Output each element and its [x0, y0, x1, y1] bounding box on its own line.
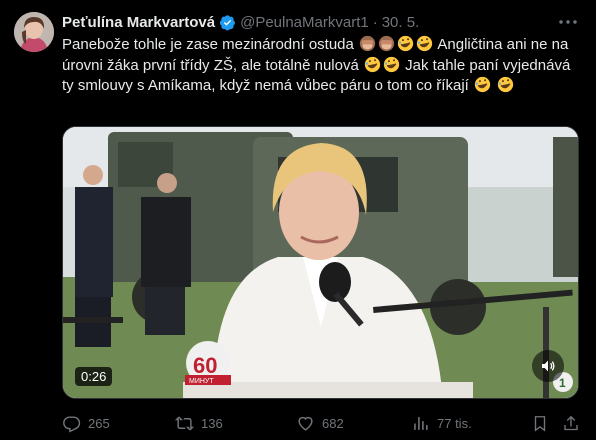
- views-icon: [414, 416, 428, 430]
- share-icon: [564, 415, 578, 430]
- bookmark-icon: [534, 415, 546, 432]
- svg-text:1: 1: [559, 376, 566, 390]
- like-icon: [298, 416, 313, 431]
- rofl-emoji: [397, 35, 414, 52]
- rofl-emoji: [416, 35, 433, 52]
- share-button[interactable]: [562, 412, 587, 434]
- monkey-emoji: [359, 35, 376, 52]
- tweet[interactable]: Peťulína Markvartová @PeulnaMarkvart1 · …: [0, 0, 596, 440]
- avatar[interactable]: [14, 12, 54, 52]
- reply-icon: [63, 415, 81, 433]
- tweet-text-part: Panebože tohle je zase mezinárodní ostud…: [62, 36, 354, 53]
- video-frame: 60 МИНУТ 1: [63, 127, 578, 398]
- tweet-text: Panebože tohle je zase mezinárodní ostud…: [62, 35, 582, 97]
- separator-dot: ·: [372, 13, 378, 31]
- monkey-emoji: [378, 35, 395, 52]
- rofl-emoji: [497, 76, 514, 93]
- more-icon[interactable]: [558, 12, 578, 32]
- reply-count: 265: [88, 415, 110, 431]
- sound-icon[interactable]: [532, 350, 564, 382]
- video-duration: 0:26: [75, 367, 113, 386]
- repost-button[interactable]: 136: [175, 412, 223, 434]
- like-count: 682: [322, 415, 344, 431]
- views-count: 77 tis.: [437, 415, 472, 431]
- rofl-emoji: [383, 56, 400, 73]
- author-name[interactable]: Peťulína Markvartová: [62, 14, 215, 31]
- like-button[interactable]: 682: [296, 412, 344, 434]
- action-bar: 265 136 682 77 tis.: [62, 412, 582, 434]
- tv-logo-sub: МИНУТ: [189, 378, 214, 385]
- verified-badge-icon: [219, 14, 236, 31]
- reply-button[interactable]: 265: [62, 412, 110, 434]
- repost-icon: [175, 416, 194, 430]
- repost-count: 136: [201, 415, 223, 431]
- author-handle[interactable]: @PeulnaMarkvart1: [240, 14, 369, 31]
- video-player[interactable]: 60 МИНУТ 1 0:26: [62, 126, 579, 399]
- bookmark-button[interactable]: [531, 412, 556, 434]
- rofl-emoji: [364, 56, 381, 73]
- views-button[interactable]: 77 tis.: [411, 412, 472, 434]
- rofl-emoji: [474, 76, 491, 93]
- tweet-date[interactable]: 30. 5.: [382, 14, 420, 31]
- tv-logo-number: 60: [193, 353, 217, 378]
